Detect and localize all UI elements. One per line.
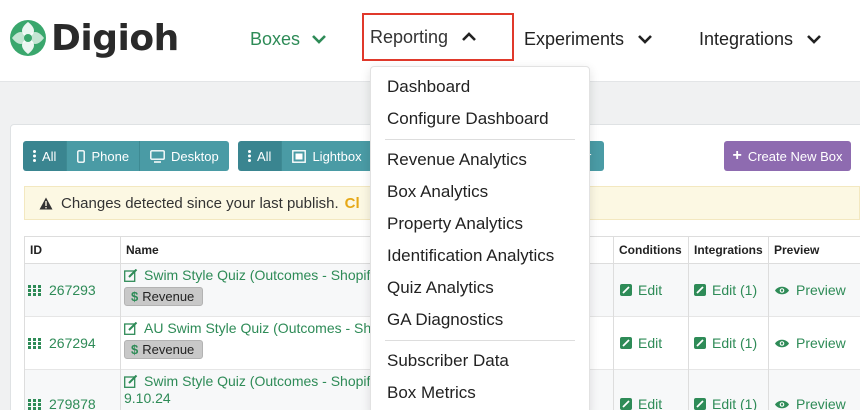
menu-item-configure-dashboard[interactable]: Configure Dashboard (387, 109, 549, 129)
menu-divider (385, 139, 575, 140)
menu-item-box-analytics[interactable]: Box Analytics (387, 182, 488, 202)
edit-pencil-icon (124, 268, 138, 282)
box-id[interactable]: 267294 (28, 335, 96, 351)
chevron-up-icon (462, 32, 476, 42)
edit-square-icon (694, 337, 706, 349)
nav-boxes-label: Boxes (250, 28, 301, 49)
box-name-date[interactable]: 9.10.24 (124, 390, 171, 406)
box-name-cell: Swim Style Quiz (Outcomes - Shopify 9.10… (124, 373, 377, 406)
nav-boxes[interactable]: Boxes (250, 24, 326, 54)
edit-pencil-icon (124, 374, 138, 388)
menu-item-subscriber-data[interactable]: Subscriber Data (387, 351, 509, 371)
menu-dots-icon (248, 150, 251, 162)
preview-link[interactable]: Preview (774, 335, 846, 351)
grid-icon (28, 398, 41, 410)
menu-item-ga-diagnostics[interactable]: GA Diagnostics (387, 310, 503, 330)
box-id[interactable]: 267293 (28, 282, 96, 298)
table-divider (688, 236, 689, 410)
table-divider (613, 236, 614, 410)
nav-reporting[interactable]: Reporting (362, 13, 514, 61)
header-preview: Preview (768, 236, 860, 264)
digioh-logo[interactable]: Digioh (8, 16, 179, 60)
edit-square-icon (694, 284, 706, 296)
dollar-icon: $ (131, 342, 139, 357)
conditions-edit-link[interactable]: Edit (620, 282, 662, 298)
menu-divider (385, 340, 575, 341)
edit-square-icon (694, 398, 706, 410)
chevron-down-icon (312, 34, 326, 44)
edit-square-icon (620, 337, 632, 349)
menu-item-property-analytics[interactable]: Property Analytics (387, 214, 523, 234)
box-name-cell: Swim Style Quiz (Outcomes - Shopify $ Rev… (124, 267, 377, 306)
lightbox-icon (292, 149, 307, 163)
nav-integrations[interactable]: Integrations (699, 24, 821, 54)
phone-icon (77, 149, 86, 163)
header-id[interactable]: ID (24, 236, 120, 264)
conditions-edit-link[interactable]: Edit (620, 335, 662, 351)
eye-icon (774, 399, 790, 410)
menu-item-identification-analytics[interactable]: Identification Analytics (387, 246, 554, 266)
nav-reporting-label: Reporting (370, 26, 449, 47)
box-name-link[interactable]: AU Swim Style Quiz (Outcomes - Sho (124, 320, 379, 336)
integrations-edit-link[interactable]: Edit (1) (694, 282, 757, 298)
type-all-button[interactable]: All (238, 141, 283, 171)
conditions-edit-link[interactable]: Edit (620, 396, 662, 410)
eye-icon (774, 338, 790, 349)
edit-square-icon (620, 398, 632, 410)
device-filter-group: All Phone Desktop (23, 141, 229, 171)
preview-link[interactable]: Preview (774, 396, 846, 410)
device-desktop-button[interactable]: Desktop (140, 141, 229, 171)
header-integrations: Integrations (688, 236, 768, 264)
revenue-badge: $ Revenue (124, 340, 204, 359)
digioh-logo-icon (10, 20, 46, 56)
dollar-icon: $ (131, 289, 139, 304)
reporting-dropdown-menu: Dashboard Configure Dashboard Revenue An… (370, 66, 590, 410)
create-new-box-button[interactable]: + Create New Box (724, 141, 851, 171)
chevron-down-icon (807, 34, 821, 44)
logo-text: Digioh (51, 17, 179, 59)
revenue-badge: $ Revenue (124, 287, 204, 306)
nav-experiments-label: Experiments (524, 28, 625, 49)
table-divider (24, 236, 25, 410)
warning-icon (39, 197, 53, 210)
alert-text: Changes detected since your last publish… (61, 194, 339, 212)
eye-icon (774, 285, 790, 296)
grid-icon (28, 337, 41, 349)
box-id[interactable]: 279878 (28, 396, 96, 410)
alert-link[interactable]: Cl (345, 195, 360, 212)
table-divider (768, 236, 769, 410)
menu-dots-icon (33, 150, 36, 162)
box-name-link[interactable]: Swim Style Quiz (Outcomes - Shopify (124, 267, 377, 283)
plus-icon: + (732, 147, 742, 164)
menu-item-quiz-analytics[interactable]: Quiz Analytics (387, 278, 494, 298)
desktop-icon (150, 149, 165, 163)
integrations-edit-link[interactable]: Edit (1) (694, 335, 757, 351)
box-name-cell: AU Swim Style Quiz (Outcomes - Sho $ Reve… (124, 320, 379, 359)
box-name-link[interactable]: Swim Style Quiz (Outcomes - Shopify (124, 373, 377, 389)
nav-experiments[interactable]: Experiments (524, 24, 652, 54)
nav-integrations-label: Integrations (699, 28, 794, 49)
menu-item-dashboard[interactable]: Dashboard (387, 77, 470, 97)
preview-link[interactable]: Preview (774, 282, 846, 298)
edit-square-icon (620, 284, 632, 296)
header-conditions: Conditions (613, 236, 688, 264)
integrations-edit-link[interactable]: Edit (1) (694, 396, 757, 410)
grid-icon (28, 284, 41, 296)
chevron-down-icon (638, 34, 652, 44)
edit-pencil-icon (124, 321, 138, 335)
device-phone-button[interactable]: Phone (67, 141, 141, 171)
device-all-button[interactable]: All (23, 141, 68, 171)
menu-item-revenue-analytics[interactable]: Revenue Analytics (387, 150, 527, 170)
table-divider (120, 236, 121, 410)
menu-item-box-metrics[interactable]: Box Metrics (387, 383, 476, 403)
